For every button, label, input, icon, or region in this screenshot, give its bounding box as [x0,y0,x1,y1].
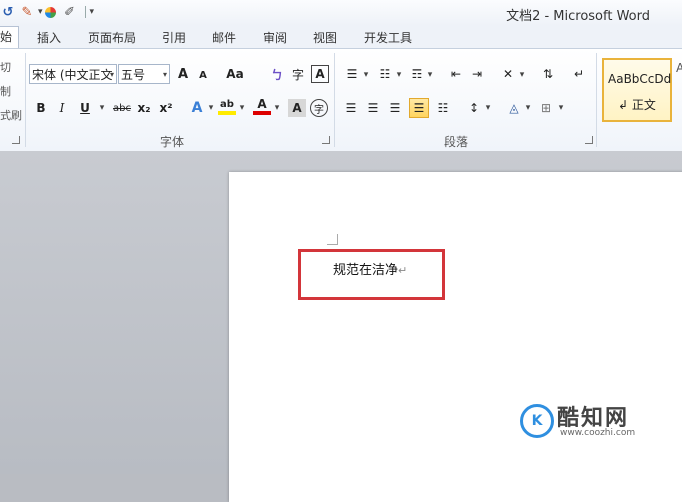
line-spacing-icon[interactable]: ↕ [465,99,483,117]
sort-icon[interactable]: ⇅ [539,65,557,83]
increase-indent-icon[interactable]: ⇥ [468,65,486,83]
customize-qat-icon[interactable]: ▾ [90,7,95,17]
borders-icon[interactable]: ⊞ [537,99,555,117]
align-center-icon[interactable]: ☰ [364,99,382,117]
qat-separator [84,6,86,18]
tab-view[interactable]: 视图 [313,29,337,46]
undo-icon[interactable]: ↺ [0,4,16,20]
style-sample: AaBbCcDd [608,72,672,86]
window-title: 文档2 - Microsoft Word [506,9,650,24]
format-painter-button[interactable]: 式刷 [0,107,22,123]
style-name: ↲ 正文 [618,98,656,112]
chevron-down-icon[interactable]: ▾ [395,66,403,84]
chevron-down-icon[interactable]: ▾ [98,99,106,117]
strikethrough-icon[interactable]: abc [111,99,133,117]
copy-button[interactable]: 制 [0,83,11,99]
highlight-annotation-box [298,249,445,300]
char-border-icon[interactable]: A [311,65,329,83]
paragraph-launcher-icon[interactable] [585,136,593,144]
decrease-indent-icon[interactable]: ⇤ [447,65,465,83]
superscript-icon[interactable]: x² [157,99,175,117]
watermark-logo-icon: K [520,404,554,438]
font-color-icon[interactable]: A [253,97,271,115]
cut-button[interactable]: 切 [0,59,11,75]
chevron-down-icon[interactable]: ▾ [557,99,565,117]
tab-home[interactable]: 始 [0,26,20,49]
enclose-char-icon[interactable]: 字 [289,65,307,83]
align-right-icon[interactable]: ☰ [386,99,404,117]
font-name-combo[interactable]: 宋体 (中文正文 ▾ [29,64,117,84]
change-case-icon[interactable]: Aa [226,65,244,83]
font-size-combo[interactable]: 五号 ▾ [118,64,170,84]
tab-mailings[interactable]: 邮件 [212,29,236,46]
numbering-icon[interactable]: ☷ [376,65,394,83]
chevron-down-icon[interactable]: ▾ [484,99,492,117]
tab-page-layout[interactable]: 页面布局 [88,29,136,46]
show-marks-icon[interactable]: ↵ [570,65,588,83]
char-shading-icon[interactable]: A [288,99,306,117]
font-launcher-icon[interactable] [322,136,330,144]
align-left-icon[interactable]: ☰ [342,99,360,117]
crop-mark [327,234,338,245]
italic-icon[interactable]: I [53,99,71,117]
chevron-down-icon[interactable]: ▾ [163,65,167,83]
text-effects-icon[interactable]: A [188,99,206,117]
quick-access-toolbar: ↺ ✎ ▾ ✐ ▾ [0,2,95,22]
shrink-font-icon[interactable]: A [194,66,212,84]
document-page[interactable]: 规范在洁净↵ [229,172,682,502]
chevron-down-icon[interactable]: ▾ [524,99,532,117]
grow-font-icon[interactable]: A [174,65,192,83]
chevron-down-icon[interactable]: ▾ [362,66,370,84]
chevron-down-icon[interactable]: ▾ [426,66,434,84]
title-bar: ↺ ✎ ▾ ✐ ▾ 文档2 - Microsoft Word [0,0,682,26]
watermark-url: www.coozhi.com [560,428,636,438]
shading-icon[interactable]: ◬ [505,99,523,117]
tab-insert[interactable]: 插入 [37,29,61,46]
group-separator [25,53,26,147]
subscript-icon[interactable]: x₂ [135,99,153,117]
chevron-down-icon[interactable]: ▾ [238,99,246,117]
tab-references[interactable]: 引用 [162,29,186,46]
color-wheel-icon[interactable] [43,4,59,20]
clipboard-launcher-icon[interactable] [12,136,20,144]
chevron-down-icon[interactable]: ▾ [207,99,215,117]
highlight-icon[interactable]: ab [218,97,236,115]
style-normal[interactable]: AaBbCcDd ↲ 正文 [602,58,672,122]
chevron-down-icon[interactable]: ▾ [110,65,114,83]
ribbon: 切 制 式刷 宋体 (中文正文 ▾ 五号 ▾ A A Aa ㄅ 字 A B I … [0,48,682,152]
format-painter-icon[interactable]: ✎ [19,4,35,20]
bullets-icon[interactable]: ☰ [343,65,361,83]
distributed-icon[interactable]: ☷ [434,99,452,117]
tab-developer[interactable]: 开发工具 [364,29,412,46]
multilevel-list-icon[interactable]: ☶ [408,65,426,83]
underline-icon[interactable]: U [76,99,94,117]
justify-icon[interactable]: ☰ [409,98,429,118]
paragraph-group-label: 段落 [444,135,469,149]
font-group-label: 字体 [160,135,185,149]
group-separator [334,53,335,147]
chinese-layout-icon[interactable]: ✕ [499,65,517,83]
font-name-value: 宋体 (中文正文 [32,68,113,82]
ink-pen-icon[interactable]: ✐ [62,4,78,20]
bold-icon[interactable]: B [32,99,50,117]
ribbon-tabs: 始 插入 页面布局 引用 邮件 审阅 视图 开发工具 [0,26,682,49]
font-size-value: 五号 [121,68,146,82]
group-separator [596,53,597,147]
phonetic-guide-icon[interactable]: ㄅ [268,65,286,83]
tab-review[interactable]: 审阅 [263,29,287,46]
chevron-down-icon[interactable]: ▾ [273,99,281,117]
chevron-down-icon[interactable]: ▾ [518,66,526,84]
style-next-sample[interactable]: A [676,61,682,75]
enclose-char-circle-icon[interactable]: 字 [310,99,328,117]
